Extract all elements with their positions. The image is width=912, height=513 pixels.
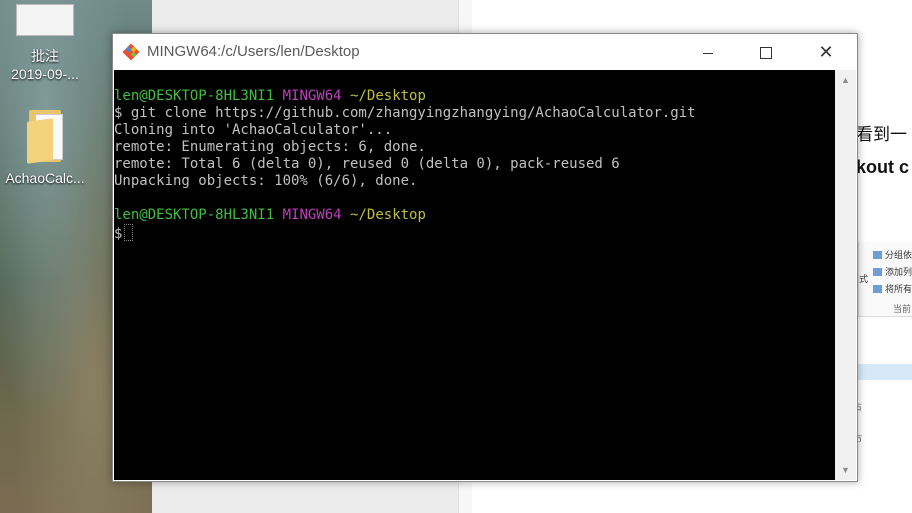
background-ribbon: 式 分组依 添加列 将所有 当前 <box>858 242 912 317</box>
window-titlebar[interactable]: MINGW64:/c/Users/len/Desktop ✕ <box>113 34 857 70</box>
scroll-down-icon[interactable]: ▼ <box>835 460 856 480</box>
maximize-button[interactable] <box>737 34 795 70</box>
output-line: Cloning into 'AchaoCalculator'... <box>114 122 393 138</box>
output-line: remote: Enumerating objects: 6, done. <box>114 139 426 155</box>
output-line: Unpacking objects: 100% (6/6), done. <box>114 173 418 189</box>
minimize-button[interactable] <box>679 34 737 70</box>
git-bash-icon <box>122 43 140 61</box>
terminal-console[interactable]: len@DESKTOP-8HL3NI1 MINGW64 ~/Desktop $ … <box>114 70 835 480</box>
prompt-line: len@DESKTOP-8HL3NI1 MINGW64 ~/Desktop <box>114 207 835 224</box>
input-prompt: $ <box>114 226 123 242</box>
folder-icon <box>25 110 65 164</box>
close-icon: ✕ <box>818 42 834 62</box>
prompt-line: len@DESKTOP-8HL3NI1 MINGW64 ~/Desktop <box>114 88 835 105</box>
background-doc-heading: kout c <box>856 157 910 177</box>
vertical-scrollbar[interactable]: ▲ ▼ <box>835 70 856 480</box>
ribbon-current-label: 当前 <box>893 304 912 314</box>
desktop-icon-label-date: 2019-09-... <box>11 66 79 82</box>
prompt-user: len@DESKTOP-8HL3NI1 <box>114 88 275 104</box>
minimize-icon <box>703 52 713 54</box>
close-button[interactable]: ✕ <box>797 34 855 70</box>
terminal-window[interactable]: MINGW64:/c/Users/len/Desktop ✕ len@DESKT… <box>112 33 858 482</box>
ribbon-format-label: 式 <box>859 274 869 284</box>
command-line: $ git clone https://github.com/zhangying… <box>114 105 696 121</box>
ribbon-item-add-column[interactable]: 添加列 <box>873 265 912 278</box>
image-file-icon <box>16 4 74 36</box>
desktop-icon-label: 批注 <box>31 48 59 64</box>
background-doc-text: 看到一 <box>856 125 907 144</box>
ribbon-item-fit-all[interactable]: 将所有 <box>873 282 912 295</box>
desktop-icon-achaocalculator[interactable]: AchaoCalc... <box>0 110 90 186</box>
prompt-path: ~/Desktop <box>350 88 426 104</box>
prompt-user: len@DESKTOP-8HL3NI1 <box>114 207 275 223</box>
input-line[interactable]: $ <box>114 224 835 242</box>
scroll-up-icon[interactable]: ▲ <box>835 70 856 90</box>
maximize-icon <box>760 47 772 60</box>
window-title: MINGW64:/c/Users/len/Desktop <box>147 43 360 60</box>
text-cursor <box>124 224 134 241</box>
prompt-host: MINGW64 <box>282 207 342 223</box>
desktop-icon-label: AchaoCalc... <box>5 170 85 186</box>
ribbon-item-group-by[interactable]: 分组依 <box>873 248 912 261</box>
desktop-icon-screenshot[interactable]: 批注 2019-09-... <box>0 4 90 82</box>
prompt-path: ~/Desktop <box>350 207 426 223</box>
prompt-host: MINGW64 <box>282 88 342 104</box>
output-line: remote: Total 6 (delta 0), reused 0 (del… <box>114 156 620 172</box>
background-selected-row <box>858 364 912 380</box>
